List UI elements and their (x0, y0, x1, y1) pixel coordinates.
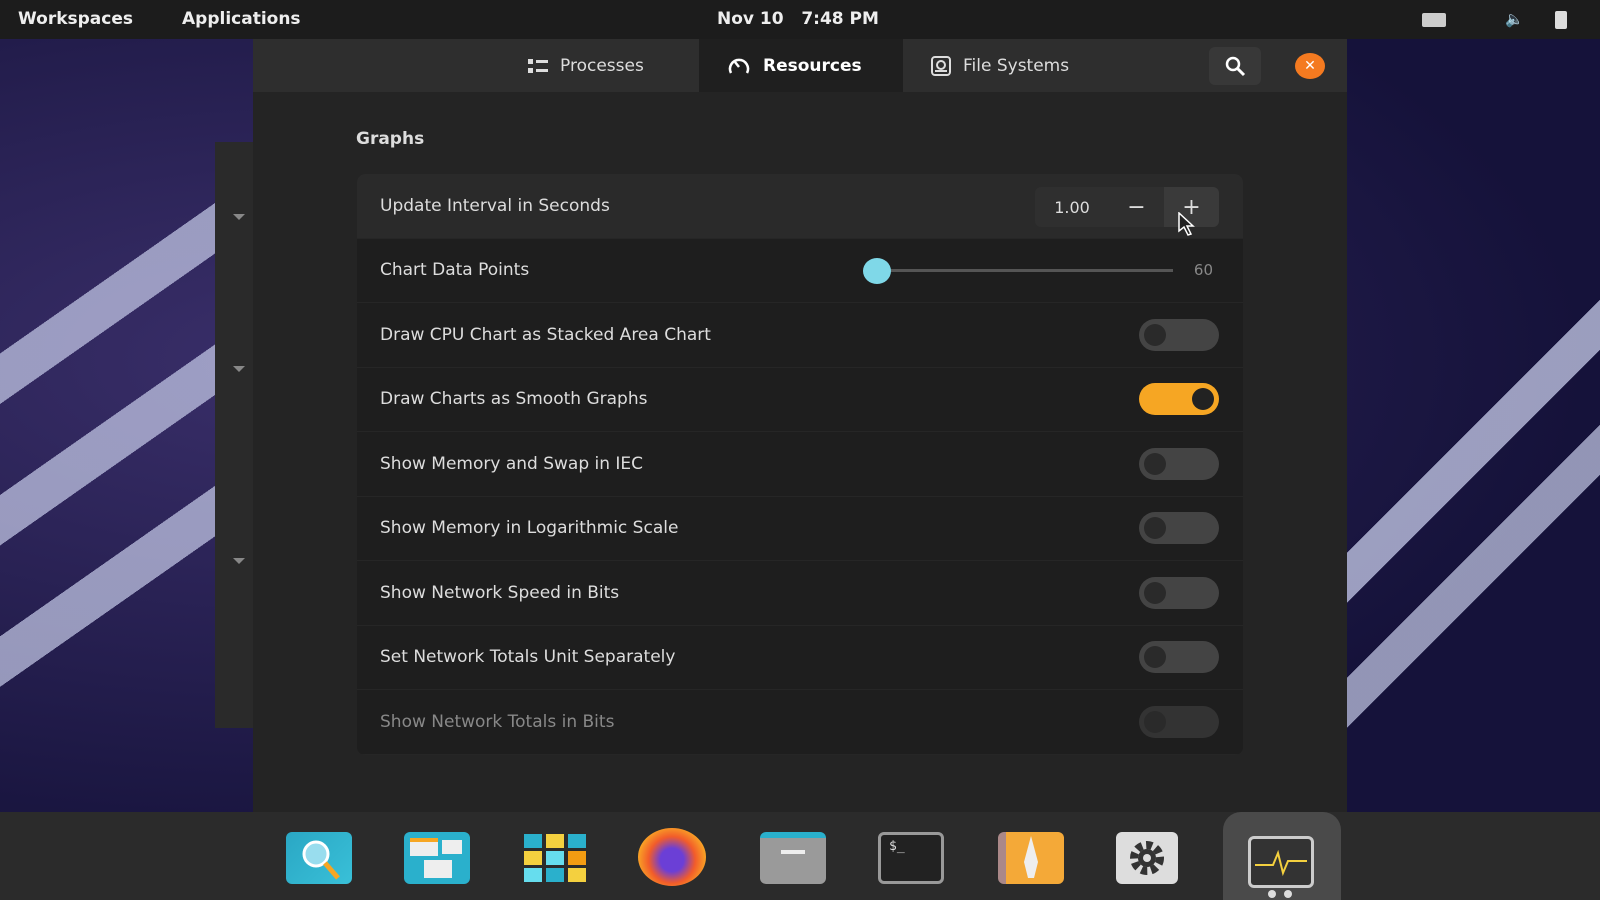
background-window (215, 142, 255, 728)
search-icon (1225, 56, 1246, 77)
toggle-switch[interactable] (1139, 641, 1219, 674)
graphs-settings-list: Update Interval in Seconds 1.00 − + Char… (357, 174, 1243, 755)
system-monitor-icon[interactable] (1248, 836, 1314, 888)
section-title: Graphs (356, 129, 425, 149)
chevron-down-icon (233, 214, 245, 220)
chart-data-points-row: Chart Data Points 60 (357, 239, 1243, 303)
toggle-row: Draw Charts as Smooth Graphs (357, 368, 1243, 432)
gauge-icon (728, 58, 750, 74)
software-center-icon[interactable] (998, 832, 1064, 884)
toggle-switch[interactable] (1139, 576, 1219, 609)
tab-processes[interactable]: Processes (500, 39, 682, 92)
clock[interactable]: Nov 10 7:48 PM (717, 9, 879, 29)
chevron-down-icon (233, 366, 245, 372)
row-label: Show Memory and Swap in IEC (380, 453, 644, 474)
applications-menu[interactable]: Applications (182, 9, 301, 29)
row-label: Show Memory in Logarithmic Scale (380, 518, 679, 539)
workspaces-menu[interactable]: Workspaces (18, 9, 133, 29)
tab-label: Resources (763, 55, 862, 76)
row-label: Chart Data Points (380, 260, 530, 281)
update-interval-row: Update Interval in Seconds 1.00 − + (357, 174, 1243, 239)
tab-label: File Systems (963, 55, 1070, 76)
tab-label: Processes (560, 55, 644, 76)
list-icon (528, 58, 548, 73)
search-app-icon[interactable] (286, 832, 352, 884)
row-label: Set Network Totals Unit Separately (380, 647, 676, 668)
toggle-row: Show Memory and Swap in IEC (357, 432, 1243, 497)
terminal-icon[interactable]: $_ (878, 832, 944, 884)
files-icon[interactable] (760, 832, 826, 884)
close-button[interactable]: ✕ (1295, 53, 1325, 79)
row-label: Draw Charts as Smooth Graphs (380, 389, 648, 410)
toggle-switch[interactable] (1139, 512, 1219, 545)
toggle-knob (1144, 323, 1166, 346)
toggle-row: Draw CPU Chart as Stacked Area Chart (357, 303, 1243, 368)
slider-value: 60 (1193, 261, 1213, 280)
window-overview-icon[interactable] (404, 832, 470, 884)
toggle-row: Set Network Totals Unit Separately (357, 626, 1243, 690)
toggle-knob (1192, 388, 1214, 411)
decrement-button[interactable]: − (1109, 187, 1164, 227)
close-icon: ✕ (1304, 58, 1316, 74)
toggle-knob (1144, 646, 1166, 669)
toggle-row: Show Network Totals in Bits (357, 690, 1243, 755)
chart-data-points-slider[interactable] (863, 257, 1173, 284)
running-indicator (1284, 890, 1292, 898)
chevron-down-icon (233, 558, 245, 564)
toggle-row: Show Memory in Logarithmic Scale (357, 497, 1243, 561)
search-button[interactable] (1209, 47, 1261, 85)
tab-file-systems[interactable]: File Systems (903, 39, 1097, 92)
update-interval-value[interactable]: 1.00 (1035, 187, 1109, 227)
battery-icon[interactable] (1555, 11, 1567, 29)
toggle-knob (1144, 517, 1166, 540)
dock: $_ (0, 812, 1600, 900)
tab-resources[interactable]: Resources (699, 39, 903, 92)
toggle-knob (1144, 452, 1166, 475)
toggle-row: Show Network Speed in Bits (357, 561, 1243, 626)
top-bar: Workspaces Applications Nov 10 7:48 PM 🔈 (0, 0, 1600, 39)
network-icon[interactable] (1422, 13, 1446, 27)
toggle-switch[interactable] (1139, 318, 1219, 351)
firefox-icon[interactable] (638, 828, 706, 886)
disk-icon (931, 55, 951, 76)
slider-handle[interactable] (863, 257, 891, 284)
settings-icon[interactable] (1116, 832, 1178, 884)
app-grid-icon[interactable] (522, 832, 588, 884)
toggle-knob (1144, 710, 1166, 733)
toggle-knob (1144, 581, 1166, 604)
mouse-cursor-icon (1178, 212, 1195, 236)
running-indicator (1268, 890, 1276, 898)
volume-icon[interactable]: 🔈 (1505, 10, 1524, 28)
row-label: Show Network Totals in Bits (380, 711, 615, 732)
toggle-switch[interactable] (1139, 383, 1219, 416)
row-label: Update Interval in Seconds (380, 195, 610, 216)
toggle-switch[interactable] (1139, 447, 1219, 480)
header-bar: Processes Resources File Systems ✕ (253, 39, 1347, 92)
toggle-switch[interactable] (1139, 705, 1219, 738)
system-monitor-window: Processes Resources File Systems ✕ Graph… (253, 39, 1347, 812)
row-label: Draw CPU Chart as Stacked Area Chart (380, 324, 711, 345)
row-label: Show Network Speed in Bits (380, 582, 620, 603)
